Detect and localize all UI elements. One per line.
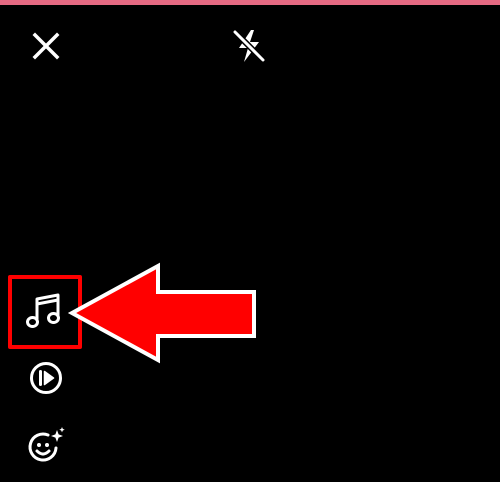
close-icon (32, 32, 60, 60)
play-speed-icon (30, 362, 62, 394)
flash-off-icon (232, 29, 266, 63)
speed-button[interactable] (24, 356, 68, 400)
pointer-arrow (67, 262, 256, 364)
effects-button[interactable] (22, 422, 70, 470)
top-accent-bar (0, 0, 500, 5)
close-button[interactable] (26, 26, 66, 66)
music-note-icon (26, 293, 60, 328)
camera-screen (0, 0, 500, 482)
flash-toggle-button[interactable] (226, 24, 272, 68)
face-effects-icon (28, 427, 65, 462)
